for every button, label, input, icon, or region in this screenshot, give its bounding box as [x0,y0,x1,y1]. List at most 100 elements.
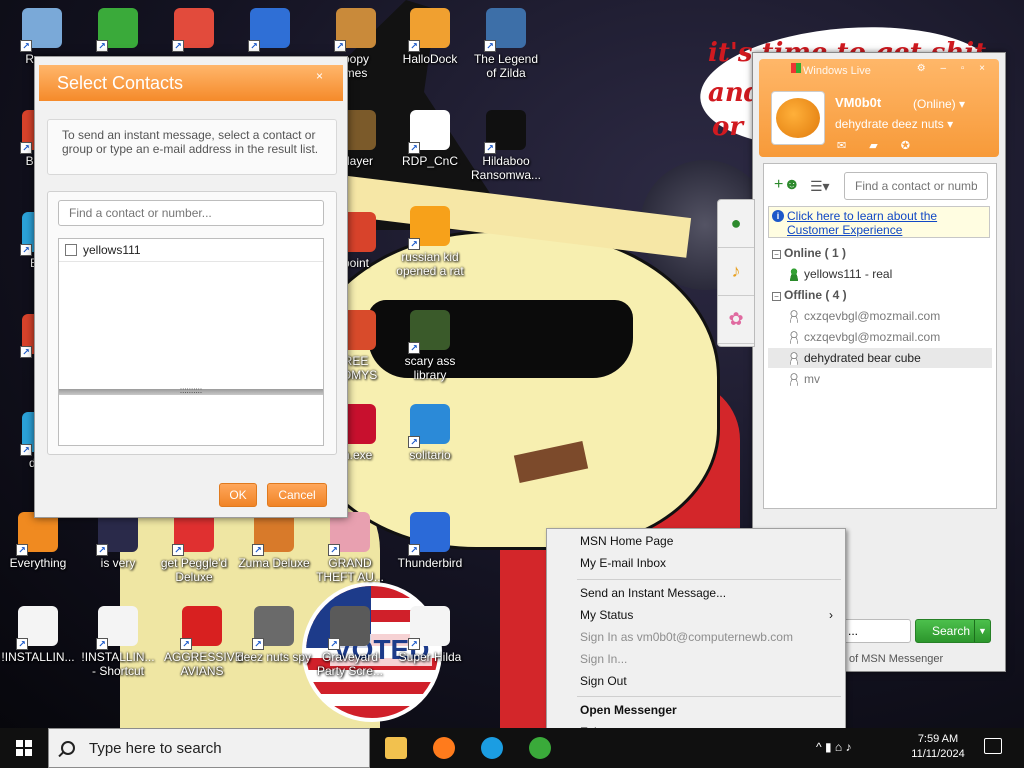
avatar[interactable] [771,91,825,145]
select-contacts-dialog: Select Contacts × To send an instant mes… [34,56,348,518]
desktop-icon[interactable]: ↗ Zuma Deluxe [236,512,312,570]
shortcut-arrow-icon: ↗ [20,142,32,154]
desktop-icon-label: Zuma Deluxe [238,556,310,570]
add-contact-icon[interactable]: +☻ [774,176,800,194]
desktop-icon[interactable]: ↗ !INSTALLIN... [0,606,76,664]
cancel-button[interactable]: Cancel [267,483,327,507]
messenger-tray-context-menu: MSN Home Page My E-mail Inbox Send an In… [546,528,846,744]
menu-item-send-im[interactable]: Send an Instant Message... [549,583,843,604]
desktop-icon[interactable]: ↗ !INSTALLIN... - Shortcut [80,606,156,678]
desktop-icon[interactable]: ↗ deez nuts spy [236,606,312,664]
contact-result-list[interactable]: yellows111 :::::::::: [58,238,324,446]
contact-row[interactable]: cxzqevbgl@mozmail.com [768,327,992,347]
desktop-icon[interactable]: ↗ get Peggle'd Deluxe [156,512,232,584]
app-icon: ↗ [408,110,450,154]
desktop-icon-label: scary ass library [404,354,456,382]
shortcut-arrow-icon: ↗ [96,544,108,556]
list-splitter[interactable]: :::::::::: [59,387,323,395]
personal-message[interactable]: dehydrate deez nuts ▾ [835,117,953,131]
taskbar-app-firefox[interactable] [420,728,468,768]
shortcut-arrow-icon: ↗ [16,638,28,650]
taskbar-app-file-explorer[interactable] [372,728,420,768]
shortcut-arrow-icon: ↗ [334,40,346,52]
bell-icon[interactable]: ♪ [718,248,754,296]
desktop-icon[interactable]: ↗ HalloDock [392,8,468,66]
contact-checkbox[interactable] [65,244,77,256]
desktop-icon[interactable]: ↗ scary ass library [392,310,468,382]
desktop-icon[interactable]: ↗ Everything [0,512,76,570]
taskbar-app-edge[interactable] [468,728,516,768]
contacts-tab-icon[interactable]: ● [718,200,754,248]
shortcut-arrow-icon: ↗ [408,342,420,354]
firefox-icon [433,737,455,759]
edge-icon [481,737,503,759]
shortcut-arrow-icon: ↗ [172,40,184,52]
taskbar-app-messenger[interactable] [516,728,564,768]
clock-date: 11/11/2024 [911,748,965,760]
start-button[interactable] [0,728,48,768]
desktop-icon[interactable]: ↗ Hildaboo Ransomwa... [468,110,544,182]
desktop-icon-label: russian kid opened a rat [396,250,464,278]
desktop-icon[interactable]: ↗ [232,8,308,52]
desktop-icon[interactable]: ↗ Super Hilda [392,606,468,664]
taskbar-search-box[interactable]: Type here to search [48,728,370,768]
desktop-icon[interactable]: ↗ The Legend of Zilda [468,8,544,80]
desktop-icon[interactable]: ↗ Thunderbird [392,512,468,570]
customer-experience-link[interactable]: i Click here to learn about the Customer… [768,206,990,238]
search-button[interactable]: Search ▼ [915,619,991,643]
shortcut-arrow-icon: ↗ [484,142,496,154]
dialog-title-bar[interactable]: Select Contacts [39,65,343,101]
desktop-icon[interactable]: ↗ RDP_CnC [392,110,468,168]
app-icon: ↗ [96,512,138,556]
menu-separator [577,579,841,580]
notification-center-icon[interactable] [984,738,1002,754]
contact-row[interactable]: yellows111 - real [768,264,992,284]
desktop-icon[interactable]: ↗ russian kid opened a rat [392,206,468,278]
contact-row[interactable]: cxzqevbgl@mozmail.com [768,306,992,326]
contact-search-input[interactable] [58,200,324,226]
group-header-online[interactable]: − Online ( 1 ) [772,246,846,260]
contact-row[interactable]: mv [768,369,992,389]
desktop-icon[interactable]: ↗ AGGRESSIVE AVIANS [164,606,243,678]
menu-item-my-status[interactable]: My Status › [549,605,843,626]
desktop-icon[interactable]: ↗ [156,8,232,52]
contact-search-input[interactable] [844,172,988,200]
ok-button[interactable]: OK [219,483,257,507]
desktop-icon-label: Thunderbird [397,556,463,570]
app-icon: ↗ [20,8,62,52]
contacts-panel: yellows111 :::::::::: [47,191,337,455]
tray-icons[interactable]: ^ ▮ ⌂ ♪ [816,740,851,754]
desktop-icon[interactable]: ↗ GRAND THEFT AU... [312,512,388,584]
user-display-name[interactable]: VM0b0t [835,95,881,110]
app-icon: ↗ [408,404,450,448]
social-tab-icon[interactable]: ✿ [718,296,754,344]
collapse-icon[interactable]: − [772,292,781,301]
menu-item-sign-in: Sign In... [580,652,628,666]
menu-item-email-inbox[interactable]: My E-mail Inbox [549,553,843,574]
chevron-right-icon: › [829,608,833,622]
chevron-down-icon[interactable]: ▼ [974,620,990,642]
tray-clock[interactable]: 7:59 AM 11/11/2024 [900,732,976,762]
close-icon[interactable]: × [316,69,323,83]
menu-item-msn-home[interactable]: MSN Home Page [549,531,843,552]
status-dropdown[interactable]: (Online) ▾ [913,97,965,111]
shortcut-arrow-icon: ↗ [484,40,496,52]
contact-row-selected[interactable]: dehydrated bear cube [768,348,992,368]
window-controls[interactable]: ⚙ – ▫ × [917,63,991,74]
web-search-input[interactable]: ... [843,619,911,643]
offline-buddy-icon [788,331,800,344]
desktop-icon[interactable]: ↗ is very [80,512,156,570]
view-options-icon[interactable]: ☰▾ [810,178,830,195]
desktop-icon[interactable]: ↗ solitario [392,404,468,462]
collapse-icon[interactable]: − [772,250,781,259]
menu-item-open-messenger[interactable]: Open Messenger [549,700,843,721]
list-item[interactable]: yellows111 [59,239,323,262]
desktop-icon[interactable]: ↗ [80,8,156,52]
shortcut-arrow-icon: ↗ [408,142,420,154]
menu-item-sign-out[interactable]: Sign Out [549,671,843,692]
contact-name: cxzqevbgl@mozmail.com [804,330,941,344]
header-toolbar-icons[interactable]: ✉ ▰ ✪ [837,139,920,152]
group-header-offline[interactable]: − Offline ( 4 ) [772,288,847,302]
desktop-icon[interactable]: ↗ Graveyard Party Scre... [312,606,388,678]
desktop-icon-label: HalloDock [402,52,458,66]
